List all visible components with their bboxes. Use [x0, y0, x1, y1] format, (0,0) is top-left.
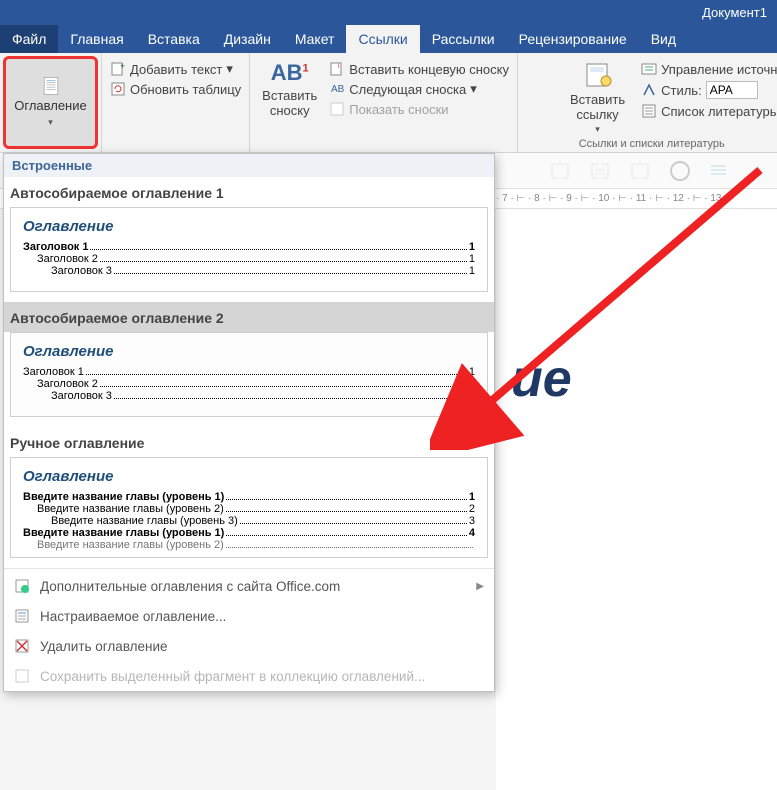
style-icon — [641, 82, 657, 98]
ghost-icon — [590, 160, 612, 182]
insert-citation-button[interactable]: Вставить ссылку ▾ — [562, 56, 633, 151]
add-text-button[interactable]: + Добавить текст ▾ — [106, 60, 245, 78]
tab-file[interactable]: Файл — [0, 25, 58, 53]
next-footnote-button[interactable]: AB Следующая сноска ▾ — [325, 80, 513, 98]
endnote-icon: i — [329, 61, 345, 77]
ghost-icon — [630, 160, 652, 182]
update-icon — [110, 81, 126, 97]
tab-insert[interactable]: Вставка — [136, 25, 212, 53]
menu-more-office[interactable]: Дополнительные оглавления с сайта Office… — [4, 571, 494, 601]
chevron-right-icon: ▶ — [476, 581, 484, 592]
tab-view[interactable]: Вид — [639, 25, 688, 53]
ghost-circle-icon — [670, 161, 690, 181]
next-footnote-icon: AB — [329, 81, 345, 97]
show-notes-icon — [329, 101, 345, 117]
manage-sources-icon — [641, 61, 657, 77]
tab-home[interactable]: Главная — [58, 25, 135, 53]
gallery-category-auto1[interactable]: Автособираемое оглавление 1 — [4, 177, 494, 207]
insert-footnote-button[interactable]: AB1 Вставить сноску — [254, 56, 325, 134]
group-label: Ссылки и списки литературь — [518, 138, 777, 150]
office-icon — [14, 578, 30, 594]
style-input[interactable] — [706, 81, 758, 99]
style-selector[interactable]: Стиль: — [637, 80, 777, 100]
gallery-preview-auto2[interactable]: Оглавление Заголовок 11 Заголовок 21 Заг… — [10, 332, 488, 417]
save-selection-icon — [14, 668, 30, 684]
menu-custom-toc[interactable]: Настраиваемое оглавление... — [4, 601, 494, 631]
toc-button[interactable]: Оглавление ▾ — [3, 56, 98, 149]
ab-icon: AB1 — [271, 60, 309, 86]
ribbon: Оглавление ▾ + Добавить текст ▾ Обновить… — [0, 53, 777, 153]
gallery-category-auto2[interactable]: Автособираемое оглавление 2 — [4, 302, 494, 332]
title-bar: Документ1 — [0, 0, 777, 25]
gallery-preview-manual[interactable]: Оглавление Введите название главы (урове… — [10, 457, 488, 558]
ghost-icon — [708, 160, 730, 182]
custom-toc-icon — [14, 608, 30, 624]
bibliography-icon — [641, 103, 657, 119]
insert-endnote-button[interactable]: i Вставить концевую сноску — [325, 60, 513, 78]
svg-text:+: + — [120, 61, 125, 71]
tab-review[interactable]: Рецензирование — [507, 25, 639, 53]
tab-references[interactable]: Ссылки — [346, 25, 419, 53]
add-text-icon: + — [110, 61, 126, 77]
manage-sources-button[interactable]: Управление источн — [637, 60, 777, 78]
show-notes-button[interactable]: Показать сноски — [325, 100, 513, 118]
svg-text:AB: AB — [331, 84, 345, 95]
ribbon-tabs: Файл Главная Вставка Дизайн Макет Ссылки… — [0, 25, 777, 53]
document-area[interactable]: ие — [496, 209, 777, 790]
gallery-category-manual[interactable]: Ручное оглавление — [4, 427, 494, 457]
menu-save-selection: Сохранить выделенный фрагмент в коллекци… — [4, 661, 494, 691]
chevron-down-icon: ▾ — [470, 81, 477, 97]
toc-gallery: Встроенные Автособираемое оглавление 1 О… — [3, 153, 495, 692]
document-title: Документ1 — [702, 5, 767, 20]
update-table-button[interactable]: Обновить таблицу — [106, 80, 245, 98]
remove-toc-icon — [14, 638, 30, 654]
chevron-down-icon: ▾ — [48, 117, 53, 128]
gallery-section-builtin: Встроенные — [4, 154, 494, 177]
tab-mailings[interactable]: Рассылки — [420, 25, 507, 53]
toc-icon — [43, 78, 59, 94]
chevron-down-icon: ▾ — [226, 61, 233, 77]
gallery-preview-auto1[interactable]: Оглавление Заголовок 11 Заголовок 21 Заг… — [10, 207, 488, 292]
tab-design[interactable]: Дизайн — [212, 25, 283, 53]
chevron-down-icon: ▾ — [595, 124, 600, 135]
tab-layout[interactable]: Макет — [283, 25, 347, 53]
toc-button-label: Оглавление — [14, 98, 86, 113]
document-text-fragment: ие — [511, 349, 777, 409]
menu-remove-toc[interactable]: Удалить оглавление — [4, 631, 494, 661]
citation-icon — [583, 60, 613, 90]
ghost-icon — [550, 160, 572, 182]
bibliography-button[interactable]: Список литературь — [637, 102, 777, 120]
